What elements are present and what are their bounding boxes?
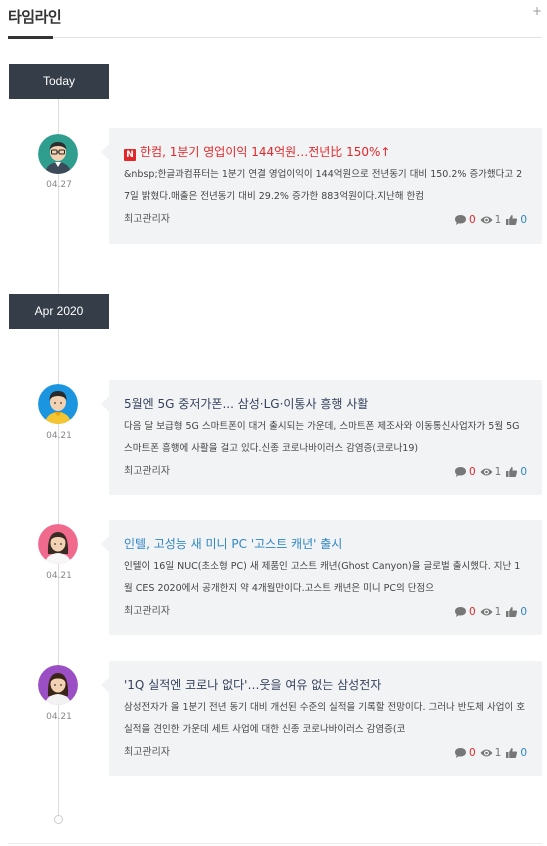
avatar: [38, 134, 78, 174]
like-count: 0: [520, 747, 527, 759]
thumbs-up-icon: [506, 607, 518, 617]
title-underline: [8, 36, 53, 39]
post-stats: 0 1 0: [454, 600, 527, 624]
avatar-woman-icon: [38, 524, 78, 564]
post-author: 최고관리자: [124, 606, 170, 617]
comment-icon: [454, 607, 466, 617]
like-count: 0: [520, 606, 527, 618]
new-badge-icon: N: [124, 149, 136, 161]
comment-count: 0: [468, 747, 476, 759]
post-title-link[interactable]: '1Q 실적엔 코로나 없다'…웃을 여유 없는 삼성전자: [124, 675, 527, 695]
post-date: 04.21: [46, 712, 72, 722]
like-count: 0: [520, 214, 527, 226]
post-stats: 0 1 0: [454, 741, 527, 765]
post-title-link[interactable]: N 한컴, 1분기 영업이익 144억원…전년比 150%↑: [124, 142, 527, 162]
avatar: [38, 524, 78, 564]
timeline-line: [58, 98, 59, 816]
timeline-card: N 한컴, 1분기 영업이익 144억원…전년比 150%↑ &nbsp;한글과컴…: [101, 128, 542, 244]
view-count: 1: [494, 747, 502, 759]
post-footer: 최고관리자 0 1 0: [124, 460, 527, 484]
eye-icon: [480, 608, 493, 616]
eye-icon: [480, 216, 493, 224]
post-date: 04.27: [46, 180, 72, 190]
view-count: 1: [494, 466, 502, 478]
section-label-apr-2020: Apr 2020: [9, 294, 109, 329]
post-footer: 최고관리자 0 1 0: [124, 741, 527, 765]
avatar-man-icon: [38, 384, 78, 424]
post-author: 최고관리자: [124, 747, 170, 758]
timeline-card: '1Q 실적엔 코로나 없다'…웃을 여유 없는 삼성전자 삼성전자가 올 1분…: [101, 661, 542, 776]
avatar-man-glasses-icon: [38, 134, 78, 174]
post-stats: 0 1 0: [454, 208, 527, 232]
view-count: 1: [494, 606, 502, 618]
view-count: 1: [494, 214, 502, 226]
post-title-text: 한컴, 1분기 영업이익 144억원…전년比 150%↑: [140, 145, 391, 159]
post-excerpt: &nbsp;한글과컴퓨터는 1분기 연결 영업이익이 144억원으로 전년동기 …: [124, 169, 523, 202]
page-title: 타임라인: [8, 8, 62, 26]
comment-count: 0: [468, 606, 476, 618]
section-label-today: Today: [9, 64, 109, 99]
comment-count: 0: [468, 466, 476, 478]
eye-icon: [480, 468, 493, 476]
comment-icon: [454, 215, 466, 225]
avatar: [38, 384, 78, 424]
timeline-card: 5월엔 5G 중저가폰... 삼성·LG·이통사 흥행 사활 다음 달 보급형 …: [101, 380, 542, 495]
avatar: [38, 665, 78, 705]
avatar-woman-icon: [38, 665, 78, 705]
post-title-link[interactable]: 인텔, 고성능 새 미니 PC '고스트 캐년' 출시: [124, 534, 527, 554]
thumbs-up-icon: [506, 748, 518, 758]
comment-count: 0: [468, 214, 476, 226]
timeline-card: 인텔, 고성능 새 미니 PC '고스트 캐년' 출시 인텔이 16일 NUC(…: [101, 520, 542, 635]
post-stats: 0 1 0: [454, 460, 527, 484]
post-date: 04.21: [46, 431, 72, 441]
timeline-end-dot: [54, 815, 63, 824]
comment-icon: [454, 467, 466, 477]
timeline-header: 타임라인 +: [8, 0, 542, 39]
post-date: 04.21: [46, 571, 72, 581]
post-footer: 최고관리자 0 1 0: [124, 600, 527, 624]
post-excerpt: 삼성전자가 올 1분기 전년 동기 대비 개선된 수준의 실적을 기록할 전망이…: [124, 702, 525, 735]
comment-icon: [454, 748, 466, 758]
thumbs-up-icon: [506, 215, 518, 225]
like-count: 0: [520, 466, 527, 478]
eye-icon: [480, 749, 493, 757]
post-footer: 최고관리자 0 1 0: [124, 208, 527, 232]
post-excerpt: 다음 달 보급형 5G 스마트폰이 대거 출시되는 가운데, 스마트폰 제조사와…: [124, 421, 520, 454]
post-title-link[interactable]: 5월엔 5G 중저가폰... 삼성·LG·이통사 흥행 사활: [124, 394, 527, 414]
thumbs-up-icon: [506, 467, 518, 477]
post-excerpt: 인텔이 16일 NUC(초소형 PC) 새 제품인 고스트 캐년(Ghost C…: [124, 561, 521, 594]
post-author: 최고관리자: [124, 214, 170, 225]
post-author: 최고관리자: [124, 466, 170, 477]
bottom-divider: [8, 843, 542, 844]
more-button[interactable]: +: [532, 4, 542, 18]
